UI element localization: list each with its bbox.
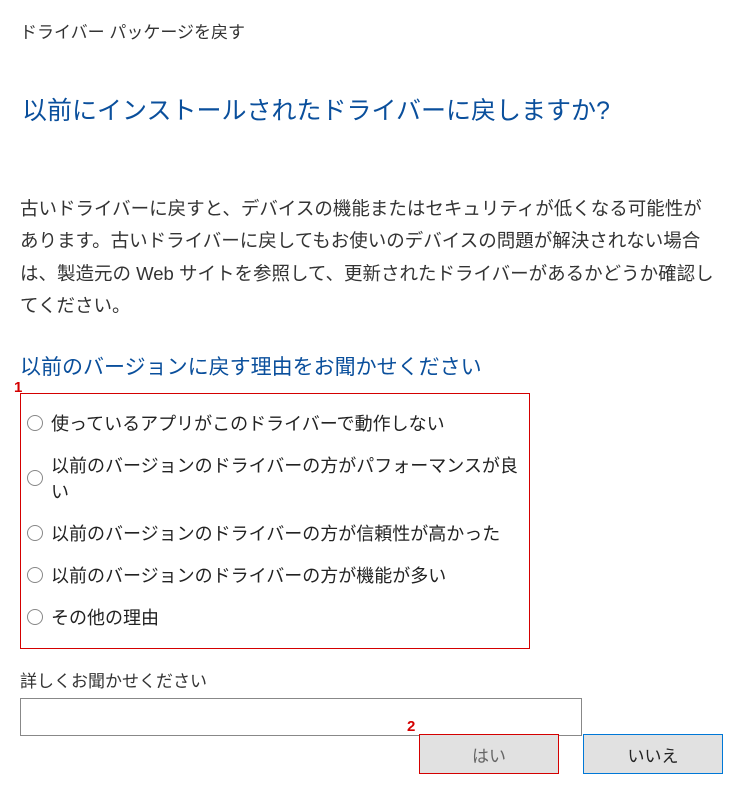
reason-heading: 以前のバージョンに戻す理由をお聞かせください [20,351,723,381]
main-heading: 以前にインストールされたドライバーに戻しますか? [22,91,723,127]
radio-icon [27,415,43,431]
details-label: 詳しくお聞かせください [20,667,723,692]
reason-option-other[interactable]: その他の理由 [25,596,525,638]
radio-icon [27,525,43,541]
radio-icon [27,609,43,625]
annotation-marker-1: 1 [14,379,22,396]
no-button-label: いいえ [628,742,679,767]
yes-button[interactable]: はい [419,734,559,774]
radio-label: その他の理由 [51,604,159,630]
no-button[interactable]: いいえ [583,734,723,774]
button-row: 2 はい いいえ [419,734,723,774]
radio-label: 以前のバージョンのドライバーの方が機能が多い [51,562,446,588]
reason-radio-group: 使っているアプリがこのドライバーで動作しない 以前のバージョンのドライバーの方が… [20,393,530,649]
reason-option-better-performance[interactable]: 以前のバージョンのドライバーの方がパフォーマンスが良い [25,444,525,512]
radio-label: 使っているアプリがこのドライバーで動作しない [51,410,445,436]
radio-icon [27,470,43,486]
radio-label: 以前のバージョンのドライバーの方が信頼性が高かった [51,520,500,546]
reason-option-more-reliable[interactable]: 以前のバージョンのドライバーの方が信頼性が高かった [25,512,525,554]
radio-label: 以前のバージョンのドライバーの方がパフォーマンスが良い [51,452,523,504]
yes-button-label: はい [472,742,506,767]
details-input[interactable] [20,698,582,736]
annotation-marker-2: 2 [407,718,415,735]
description-text: 古いドライバーに戻すと、デバイスの機能またはセキュリティが低くなる可能性がありま… [20,193,720,323]
reason-option-app-not-working[interactable]: 使っているアプリがこのドライバーで動作しない [25,402,525,444]
radio-icon [27,567,43,583]
window-title: ドライバー パッケージを戻す [20,18,723,43]
reason-option-more-features[interactable]: 以前のバージョンのドライバーの方が機能が多い [25,554,525,596]
